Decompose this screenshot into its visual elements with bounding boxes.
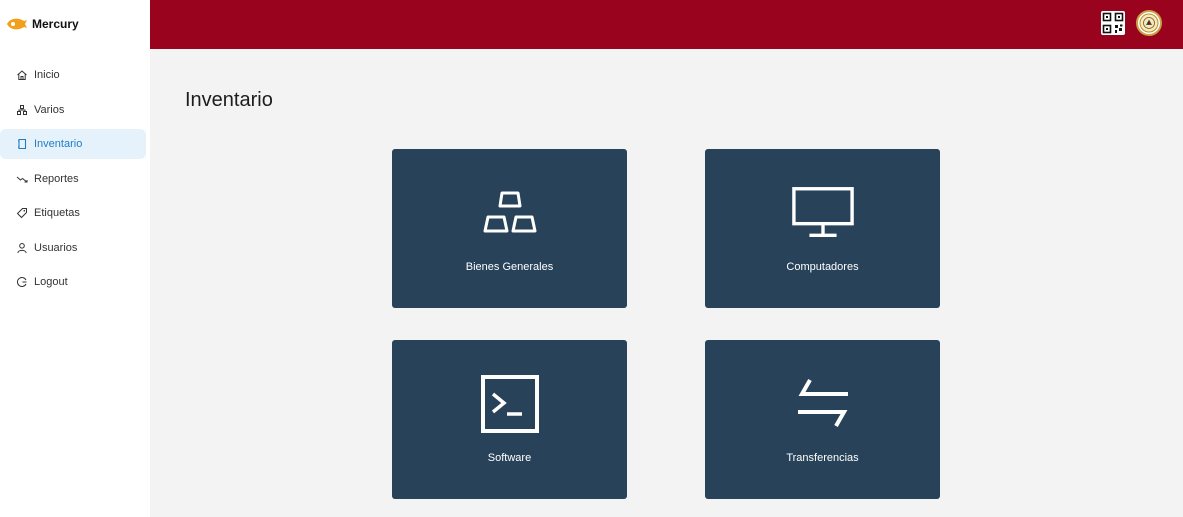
card-label: Bienes Generales [465, 261, 554, 273]
sidebar-nav: Inicio Varios Inventario Reportes Etique… [0, 60, 150, 302]
sidebar-item-label: Etiquetas [34, 207, 80, 219]
user-icon [16, 242, 28, 254]
sidebar-item-label: Inicio [34, 69, 60, 81]
bienes-generales-card[interactable]: Bienes Generales [392, 149, 627, 308]
transfer-arrows-icon [791, 374, 855, 434]
sidebar-item-inicio[interactable]: Inicio [0, 60, 150, 90]
book-icon [16, 138, 28, 150]
home-icon [16, 69, 28, 81]
software-card[interactable]: Software [392, 340, 627, 499]
mercury-logo-icon [7, 18, 27, 30]
sidebar-item-inventario[interactable]: Inventario [0, 129, 146, 159]
sidebar-item-label: Varios [34, 103, 65, 116]
sidebar-item-etiquetas[interactable]: Etiquetas [0, 198, 150, 228]
sidebar: Mercury Inicio Varios Inventario Reporte… [0, 0, 150, 517]
top-header [150, 0, 1183, 49]
page-title: Inventario [185, 89, 273, 111]
sidebar-item-label: Reportes [34, 172, 79, 185]
sidebar-item-label: Logout [34, 276, 68, 288]
sidebar-item-logout[interactable]: Logout [0, 267, 150, 297]
terminal-icon [478, 374, 542, 434]
card-label: Computadores [786, 261, 859, 273]
card-label: Software [487, 452, 532, 464]
logout-icon [16, 276, 28, 288]
sidebar-item-reportes[interactable]: Reportes [0, 164, 150, 194]
brand[interactable]: Mercury [6, 14, 79, 34]
card-label: Transferencias [786, 452, 859, 464]
brand-name: Mercury [32, 17, 79, 31]
sidebar-item-varios[interactable]: Varios [0, 95, 150, 125]
institution-seal-icon [1139, 13, 1159, 33]
sidebar-item-label: Inventario [34, 138, 83, 150]
hierarchy-icon [16, 104, 28, 116]
avatar[interactable] [1136, 10, 1162, 36]
sidebar-item-label: Usuarios [34, 241, 78, 254]
computadores-card[interactable]: Computadores [705, 149, 940, 308]
qr-code-button[interactable] [1101, 11, 1125, 35]
monitor-icon [791, 183, 855, 243]
gold-bars-icon [478, 183, 542, 243]
tag-icon [16, 207, 28, 219]
trend-down-icon [16, 173, 28, 185]
transferencias-card[interactable]: Transferencias [705, 340, 940, 499]
sidebar-item-usuarios[interactable]: Usuarios [0, 233, 150, 263]
qr-code-icon [1102, 12, 1124, 34]
